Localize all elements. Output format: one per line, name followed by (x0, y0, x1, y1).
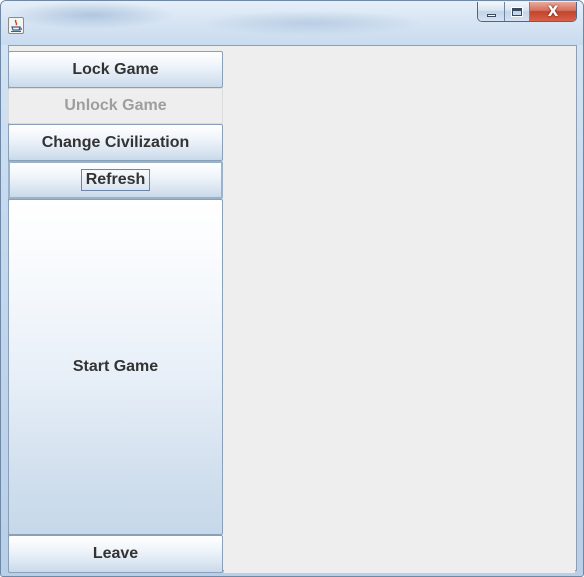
unlock-game-button[interactable]: Unlock Game (8, 88, 223, 124)
minimize-button[interactable] (478, 2, 505, 21)
maximize-icon (512, 7, 522, 16)
caption-buttons: X (477, 2, 577, 22)
java-cup-icon[interactable] (8, 17, 24, 34)
start-game-button[interactable]: Start Game (8, 199, 223, 535)
leave-label: Leave (92, 545, 139, 562)
sidebar: Lock Game Unlock Game Change Civilizatio… (8, 51, 223, 574)
start-game-label: Start Game (72, 358, 159, 375)
maximize-button[interactable] (505, 2, 530, 21)
leave-button[interactable]: Leave (8, 535, 223, 573)
close-button[interactable]: X (530, 2, 576, 21)
lock-game-button[interactable]: Lock Game (8, 51, 223, 88)
minimize-icon (486, 13, 496, 17)
lock-game-label: Lock Game (72, 60, 159, 78)
title-bar[interactable]: X (1, 1, 583, 45)
content-panel (224, 51, 575, 573)
refresh-button[interactable]: Refresh (8, 161, 223, 199)
change-civilization-button[interactable]: Change Civilization (8, 124, 223, 161)
unlock-game-label: Unlock Game (64, 97, 167, 114)
change-civilization-label: Change Civilization (41, 133, 190, 151)
refresh-label: Refresh (80, 169, 151, 191)
close-icon: X (547, 3, 559, 20)
